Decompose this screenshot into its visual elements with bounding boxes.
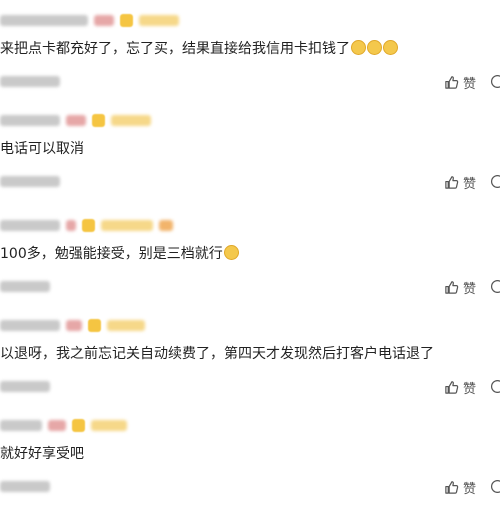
comment-date-redacted	[0, 281, 50, 292]
emoji-icon	[351, 40, 366, 55]
comment-meta	[0, 317, 145, 333]
comment-item: 以退呀，我之前忘记关自动续费了，第四天才发现然后打客户电话退了 赞	[0, 305, 500, 405]
username-redacted[interactable]	[0, 419, 42, 431]
reply-icon[interactable]	[490, 479, 500, 494]
thumbs-up-icon	[445, 380, 459, 394]
like-label: 赞	[463, 176, 477, 192]
comment-date-redacted	[0, 481, 50, 492]
level-badge-redacted	[66, 114, 86, 126]
reply-icon[interactable]	[490, 379, 500, 394]
thumbs-up-icon	[445, 480, 459, 494]
reply-icon[interactable]	[490, 174, 500, 189]
like-button[interactable]: 赞	[444, 477, 476, 497]
emoji-icon	[383, 40, 398, 55]
fan-badge-icon	[82, 218, 95, 232]
comment-text: 100多，勉强能接受，别是三档就行	[0, 245, 239, 263]
like-label: 赞	[463, 481, 477, 497]
thumbs-up-icon	[445, 175, 459, 189]
comment-date-redacted	[0, 381, 50, 392]
comment-item: 电话可以取消 赞	[0, 100, 500, 200]
thumbs-up-icon	[445, 75, 459, 89]
fan-badge-redacted	[91, 419, 127, 431]
comment-date-redacted	[0, 176, 60, 187]
comment-meta	[0, 112, 151, 128]
reply-icon[interactable]	[490, 74, 500, 89]
like-button[interactable]: 赞	[444, 277, 476, 297]
fan-badge-icon	[120, 13, 133, 27]
username-redacted[interactable]	[0, 114, 60, 126]
username-redacted[interactable]	[0, 319, 60, 331]
comment-meta	[0, 417, 127, 433]
comment-meta	[0, 217, 173, 233]
reply-icon[interactable]	[490, 279, 500, 294]
like-button[interactable]: 赞	[444, 172, 476, 192]
comment-item: 来把点卡都充好了，忘了买，结果直接给我信用卡扣钱了 赞	[0, 0, 500, 100]
level-badge-redacted	[66, 219, 76, 231]
fan-badge-icon	[72, 418, 85, 432]
comment-item: 100多，勉强能接受，别是三档就行 赞	[0, 205, 500, 305]
like-label: 赞	[463, 76, 477, 92]
comment-text: 就好好享受吧	[0, 446, 84, 462]
like-button[interactable]: 赞	[444, 377, 476, 397]
emoji-icon	[223, 245, 239, 260]
like-label: 赞	[463, 381, 477, 397]
like-label: 赞	[463, 281, 477, 297]
username-redacted[interactable]	[0, 219, 60, 231]
comment-meta	[0, 12, 179, 28]
like-button[interactable]: 赞	[444, 72, 476, 92]
comment-text: 电话可以取消	[0, 141, 84, 157]
level-badge-redacted	[66, 319, 82, 331]
fan-badge-redacted	[101, 219, 153, 231]
comment-date-redacted	[0, 76, 60, 87]
comment-text: 以退呀，我之前忘记关自动续费了，第四天才发现然后打客户电话退了	[0, 346, 434, 362]
level-badge-redacted	[94, 14, 114, 26]
comment-text: 来把点卡都充好了，忘了买，结果直接给我信用卡扣钱了	[0, 40, 398, 58]
emoji-icon	[367, 40, 382, 55]
fan-badge-icon	[92, 113, 105, 127]
level-badge-redacted	[48, 419, 66, 431]
fan-badge-redacted	[111, 114, 151, 126]
comment-item: 就好好享受吧 赞	[0, 405, 500, 505]
extra-badge-redacted	[159, 219, 173, 231]
thumbs-up-icon	[445, 280, 459, 294]
fan-badge-redacted	[139, 14, 179, 26]
fan-badge-redacted	[107, 319, 145, 331]
username-redacted[interactable]	[0, 14, 88, 26]
fan-badge-icon	[88, 318, 101, 332]
